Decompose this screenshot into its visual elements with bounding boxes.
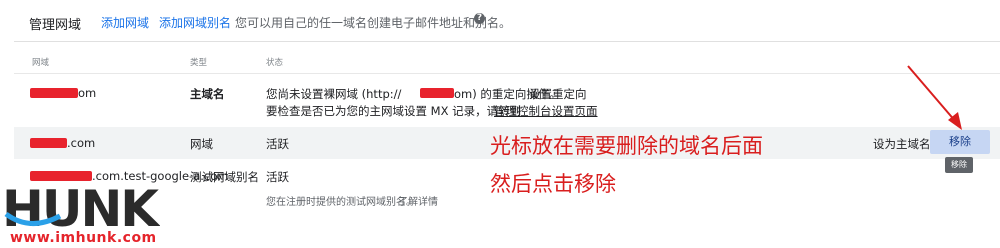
status-text: 活跃 [266,170,289,184]
header-description: 您可以用自己的任一域名创建电子邮件地址和别名。 [235,16,512,30]
help-icon[interactable]: ? [474,13,485,24]
redacted-domain [30,138,67,148]
admin-console-link[interactable]: 管理控制台设置页面 [494,103,598,119]
setup-redirect-link[interactable]: 设置重定向 [529,86,587,102]
add-domain-link[interactable]: 添加网域 [101,14,149,31]
domain-name: om [78,86,97,100]
domain-type: 主域名 [190,87,225,101]
column-header-type: 类型 [190,58,208,68]
page-title: 管理网域 [29,18,82,33]
remove-tooltip: 移除 [945,157,973,173]
annotation-line-2: 然后点击移除 [490,172,616,196]
learn-more-link[interactable]: 了解详情 [398,193,438,208]
status-text: 您尚未设置裸网域 (http:// [266,87,402,101]
hunk-logo: HUNK [0,180,163,238]
domain-type: 网域 [190,137,213,151]
column-header-domain: 网域 [32,58,50,68]
logo-url: www.imhunk.com [10,230,157,246]
status-text: 要检查是否已为您的主网域设置 MX 记录，请转到 [266,104,522,118]
status-text: 活跃 [266,137,289,151]
test-alias-note: 您在注册时提供的测试网域别名。 [266,197,416,208]
domain-type: 测试网域别名 [190,170,259,184]
redacted-domain [420,88,454,98]
header-divider [14,41,1000,42]
domain-name: .com [67,136,96,150]
redacted-domain [30,171,92,181]
redacted-domain [30,88,78,98]
annotation-line-1: 光标放在需要删除的域名后面 [490,134,763,158]
column-header-status: 状态 [266,58,284,68]
add-domain-alias-link[interactable]: 添加网域别名 [159,14,231,31]
annotation-arrow-icon [907,65,962,130]
row-divider [14,73,1000,74]
set-primary-link[interactable]: 设为主域名 [873,136,931,152]
